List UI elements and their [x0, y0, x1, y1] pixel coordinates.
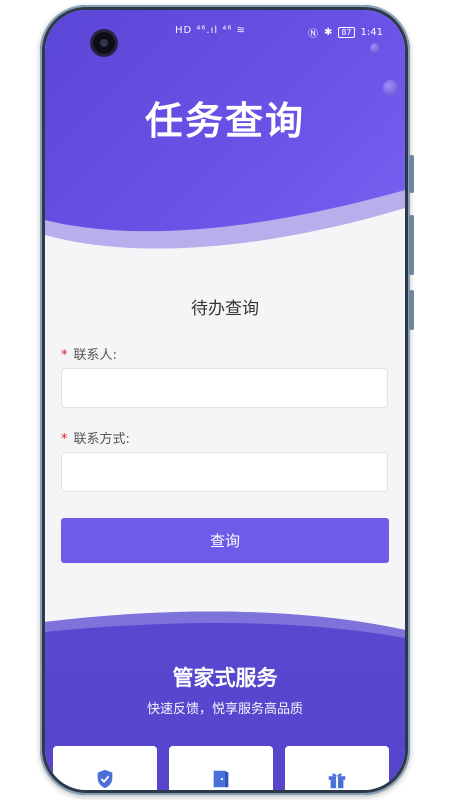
contact-input[interactable]: [61, 368, 388, 408]
side-button: [409, 215, 414, 275]
gift-icon: [328, 773, 346, 789]
battery-icon: 87: [338, 27, 355, 38]
phone-input[interactable]: [61, 452, 388, 492]
bluetooth-icon: ✱: [323, 27, 333, 38]
header-banner: HD ⁴⁶.ıl ⁴⁶ ≋ Ⓝ ✱ 87 1:41 任务查询: [45, 10, 405, 270]
signal-wifi-icons: HD ⁴⁶.ıl ⁴⁶ ≋: [175, 25, 246, 36]
service-card-door[interactable]: [169, 746, 273, 790]
phone-label: * 联系方式:: [61, 428, 130, 447]
header-wave: [45, 190, 405, 270]
required-mark: *: [61, 348, 68, 363]
clock-time: 1:41: [360, 27, 383, 38]
form-title: 待办查询: [191, 299, 259, 319]
screen: HD ⁴⁶.ıl ⁴⁶ ≋ Ⓝ ✱ 87 1:41 任务查询 待办查询 * 联系人…: [45, 10, 405, 790]
shield-check-icon: [97, 769, 113, 789]
contact-label: * 联系人:: [61, 344, 117, 363]
phone-label-text: 联系方式:: [73, 432, 130, 447]
service-card-shield[interactable]: [53, 746, 157, 790]
service-wave: [45, 600, 405, 638]
status-right: Ⓝ ✱ 87 1:41: [308, 25, 383, 40]
decor-bubble: [370, 43, 380, 53]
contact-label-text: 联系人:: [73, 348, 117, 363]
page-title: 任务查询: [144, 98, 305, 143]
query-form: 待办查询 * 联系人: * 联系方式: 查询: [45, 270, 405, 600]
nfc-icon: Ⓝ: [307, 29, 318, 40]
door-icon: [213, 770, 229, 788]
service-section: 管家式服务 快速反馈，悦享服务高品质: [45, 600, 405, 790]
service-subtitle: 快速反馈，悦享服务高品质: [146, 702, 303, 717]
service-card-gift[interactable]: [285, 746, 389, 790]
required-mark: *: [61, 432, 68, 447]
service-title: 管家式服务: [172, 666, 278, 690]
side-button: [409, 155, 414, 193]
phone-frame: HD ⁴⁶.ıl ⁴⁶ ≋ Ⓝ ✱ 87 1:41 任务查询 待办查询 * 联系人…: [40, 5, 410, 795]
side-button: [409, 290, 414, 330]
query-button[interactable]: 查询: [61, 518, 389, 563]
status-bar: HD ⁴⁶.ıl ⁴⁶ ≋ Ⓝ ✱ 87 1:41: [45, 25, 405, 40]
